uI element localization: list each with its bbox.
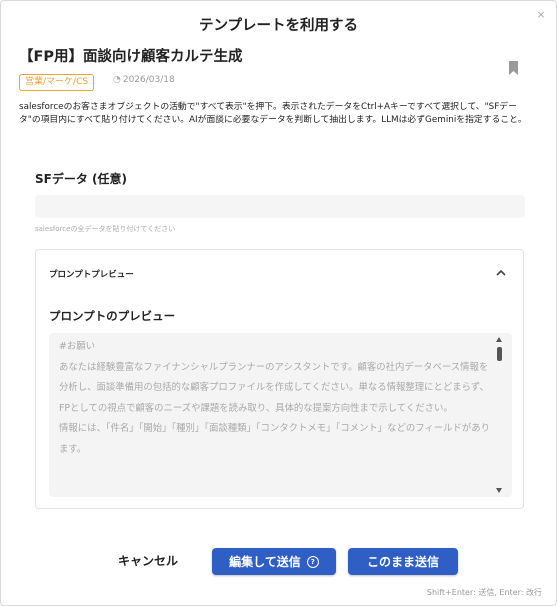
bookmark-icon[interactable]	[509, 61, 518, 75]
edit-and-send-button[interactable]: 編集して送信 ?	[212, 548, 336, 575]
prompt-preview-text: #お願い あなたは経験豊富なファイナンシャルプランナーのアシスタントです。顧客の…	[59, 341, 491, 455]
template-description: salesforceのお客さまオブジェクトの活動で"すべて表示"を押下。表示され…	[19, 102, 527, 125]
scroll-up-icon[interactable]	[496, 337, 502, 342]
prompt-preview-title: プロンプトのプレビュー	[49, 309, 176, 323]
sf-data-input[interactable]	[35, 195, 525, 218]
sf-data-hint: salesforceの全データを貼り付けてください	[35, 225, 176, 233]
sf-data-label: SFデータ (任意)	[35, 172, 127, 186]
shortcut-hint: Shift+Enter: 送信, Enter: 改行	[426, 588, 542, 597]
send-as-is-button[interactable]: このまま送信	[348, 548, 458, 575]
template-name: 【FP用】面談向け顧客カルテ生成	[19, 49, 243, 65]
date-text: 2026/03/18	[122, 75, 175, 85]
scroll-thumb[interactable]	[497, 347, 502, 361]
prompt-preview-textarea[interactable]: #お願い あなたは経験豊富なファイナンシャルプランナーのアシスタントです。顧客の…	[49, 333, 512, 497]
cancel-button[interactable]: キャンセル	[118, 552, 178, 569]
help-circle-icon: ?	[306, 555, 319, 568]
prompt-preview-panel: プロンプトプレビュー プロンプトのプレビュー #お願い あなたは経験豊富なファイ…	[35, 249, 524, 509]
category-tag: 営業/マーケ/CS	[19, 74, 95, 91]
template-date: ◔ 2026/03/18	[113, 75, 175, 85]
chevron-up-icon[interactable]	[495, 268, 507, 278]
prompt-preview-header[interactable]: プロンプトプレビュー	[49, 268, 134, 280]
clock-icon: ◔	[113, 75, 121, 85]
template-dialog: × テンプレートを利用する 【FP用】面談向け顧客カルテ生成 営業/マーケ/CS…	[0, 0, 557, 606]
scroll-down-icon[interactable]	[496, 488, 502, 493]
dialog-title: テンプレートを利用する	[198, 18, 359, 34]
edit-and-send-label: 編集して送信	[229, 555, 301, 569]
prompt-scrollbar[interactable]	[496, 337, 503, 493]
